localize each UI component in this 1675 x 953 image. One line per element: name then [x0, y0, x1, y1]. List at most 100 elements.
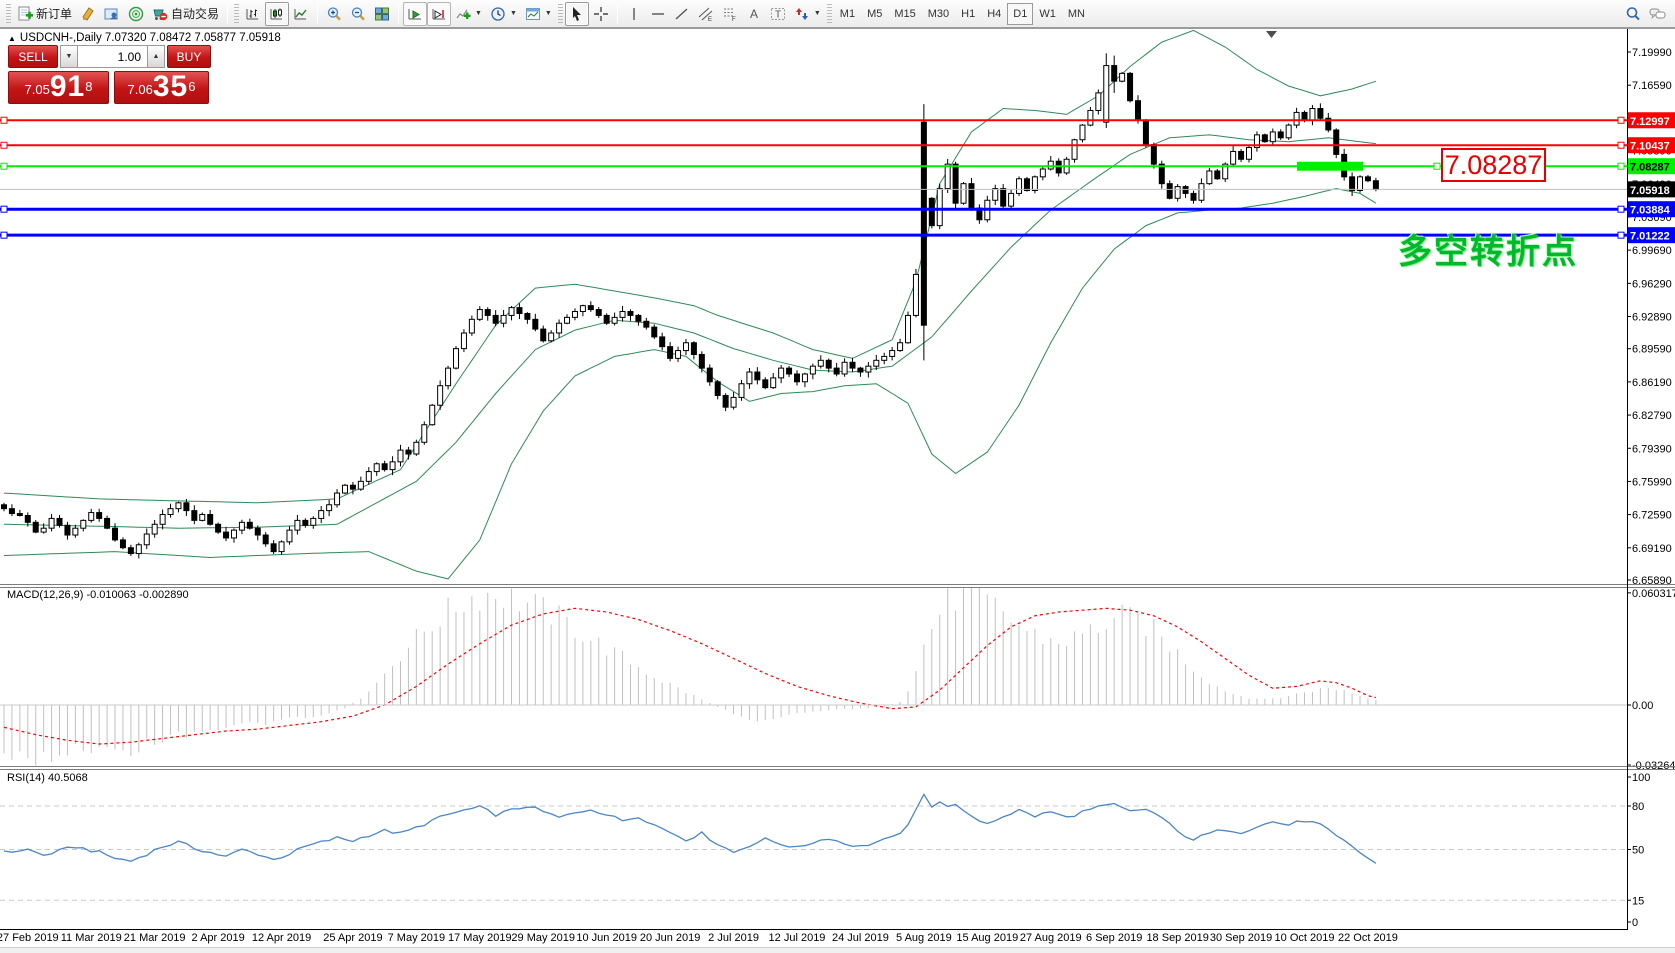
periods-button[interactable]: ▼ [486, 2, 521, 26]
timeframe-d1[interactable]: D1 [1007, 3, 1033, 25]
auto-trading-button[interactable]: 自动交易 [148, 2, 223, 26]
chart-shift-button[interactable] [427, 2, 451, 26]
buy-price-button[interactable]: 7.06356 [114, 71, 209, 104]
svg-text:0.060317: 0.060317 [1632, 588, 1675, 600]
sell-price-button[interactable]: 7.05918 [8, 71, 109, 104]
cursor-button[interactable] [565, 2, 589, 26]
buy-price-point: 6 [188, 72, 195, 102]
svg-text:24 Jul 2019: 24 Jul 2019 [832, 932, 889, 944]
svg-text:0.00: 0.00 [1632, 700, 1653, 712]
timeframe-mn[interactable]: MN [1062, 3, 1091, 25]
trendline-button[interactable] [670, 2, 694, 26]
one-click-trading-panel: SELL ▼ ▲ BUY 7.05918 7.06356 [8, 45, 211, 104]
svg-text:0: 0 [1632, 917, 1638, 929]
clock-icon [490, 6, 506, 22]
svg-text:7.08287: 7.08287 [1630, 162, 1670, 174]
price-level-callout[interactable]: 7.08287 [1441, 148, 1546, 182]
svg-text:F: F [732, 17, 736, 22]
templates-button[interactable]: ▼ [521, 2, 556, 26]
svg-text:2 Apr 2019: 2 Apr 2019 [192, 932, 245, 944]
templates-icon [525, 6, 541, 22]
signals-button[interactable] [124, 2, 148, 26]
toolbar-grip[interactable] [558, 4, 563, 24]
zoom-out-button[interactable] [346, 2, 370, 26]
svg-text:100: 100 [1632, 772, 1650, 784]
timeframe-m1[interactable]: M1 [834, 3, 861, 25]
search-button[interactable] [1621, 2, 1645, 26]
timeframe-w1[interactable]: W1 [1033, 3, 1062, 25]
profiles-button[interactable] [100, 2, 124, 26]
svg-text:5 Aug 2019: 5 Aug 2019 [896, 932, 952, 944]
svg-text:7.12997: 7.12997 [1630, 116, 1670, 128]
timeframe-m5[interactable]: M5 [861, 3, 888, 25]
svg-text:29 May 2019: 29 May 2019 [511, 932, 575, 944]
chevron-down-icon: ▼ [545, 10, 552, 17]
tile-windows-button[interactable] [370, 2, 394, 26]
arrows-button[interactable]: ▼ [790, 2, 825, 26]
editor-button[interactable] [76, 2, 100, 26]
sell-button[interactable]: SELL [8, 45, 58, 68]
volume-decrease-button[interactable]: ▼ [60, 45, 78, 68]
new-order-icon [17, 6, 33, 22]
toolbar-grip[interactable] [6, 4, 11, 24]
buy-button[interactable]: BUY [167, 45, 211, 68]
svg-text:6.79390: 6.79390 [1632, 443, 1672, 455]
timeframe-m15[interactable]: M15 [888, 3, 921, 25]
profiles-icon [104, 6, 120, 22]
text-icon: A [746, 6, 762, 22]
crosshair-button[interactable] [589, 2, 613, 26]
timeframe-h4[interactable]: H4 [981, 3, 1007, 25]
line-chart-icon [293, 6, 309, 22]
turning-point-annotation[interactable]: 多空转折点 [1398, 224, 1593, 273]
new-order-button[interactable]: 新订单 [13, 2, 76, 26]
horizontal-line-button[interactable] [646, 2, 670, 26]
svg-text:6 Sep 2019: 6 Sep 2019 [1086, 932, 1142, 944]
timeframe-m30[interactable]: M30 [922, 3, 955, 25]
candlestick-chart-icon [269, 6, 285, 22]
chevron-down-icon: ▼ [475, 10, 482, 17]
svg-text:6.99690: 6.99690 [1632, 245, 1672, 257]
buy-price-prefix: 7.06 [128, 79, 153, 101]
text-label-button[interactable]: T [766, 2, 790, 26]
indicators-icon [455, 6, 471, 22]
zoom-in-button[interactable] [322, 2, 346, 26]
search-icon [1625, 6, 1641, 22]
candlestick-chart-button[interactable] [265, 2, 289, 26]
chevron-down-icon: ▼ [814, 10, 821, 17]
svg-text:12 Apr 2019: 12 Apr 2019 [252, 932, 311, 944]
svg-text:7.10437: 7.10437 [1630, 141, 1670, 153]
toolbar-separator [398, 4, 399, 24]
svg-text:6.86190: 6.86190 [1632, 377, 1672, 389]
line-chart-button[interactable] [289, 2, 313, 26]
indicators-button[interactable]: ▼ [451, 2, 486, 26]
svg-text:7.16590: 7.16590 [1632, 80, 1672, 92]
svg-text:6.92890: 6.92890 [1632, 311, 1672, 323]
vertical-line-button[interactable] [622, 2, 646, 26]
tile-windows-icon [374, 6, 390, 22]
volume-increase-button[interactable]: ▲ [147, 45, 165, 68]
svg-text:A: A [750, 7, 758, 21]
chat-button[interactable] [1645, 2, 1671, 26]
toolbar-grip[interactable] [827, 4, 832, 24]
auto-trading-label: 自动交易 [171, 5, 219, 22]
chevron-down-icon: ▼ [510, 10, 517, 17]
volume-input[interactable] [78, 45, 147, 68]
svg-text:7.03884: 7.03884 [1630, 205, 1671, 217]
sell-price-prefix: 7.05 [25, 79, 50, 101]
auto-scroll-button[interactable] [403, 2, 427, 26]
svg-text:15 Aug 2019: 15 Aug 2019 [956, 932, 1018, 944]
fibonacci-button[interactable]: F [718, 2, 742, 26]
buy-price-pips: 35 [153, 73, 188, 101]
collapse-icon[interactable]: ▲ [8, 34, 16, 43]
chart-canvas[interactable]: 7.199907.165907.131907.098907.064907.030… [0, 0, 1675, 953]
zoom-in-icon [326, 6, 342, 22]
svg-text:15: 15 [1632, 895, 1644, 907]
text-button[interactable]: A [742, 2, 766, 26]
channel-button[interactable]: E [694, 2, 718, 26]
toolbar-grip[interactable] [234, 4, 239, 24]
toolbar-separator [617, 4, 618, 24]
timeframe-h1[interactable]: H1 [955, 3, 981, 25]
trendline-icon [674, 6, 690, 22]
bar-chart-button[interactable] [241, 2, 265, 26]
svg-text:2 Jul 2019: 2 Jul 2019 [708, 932, 759, 944]
